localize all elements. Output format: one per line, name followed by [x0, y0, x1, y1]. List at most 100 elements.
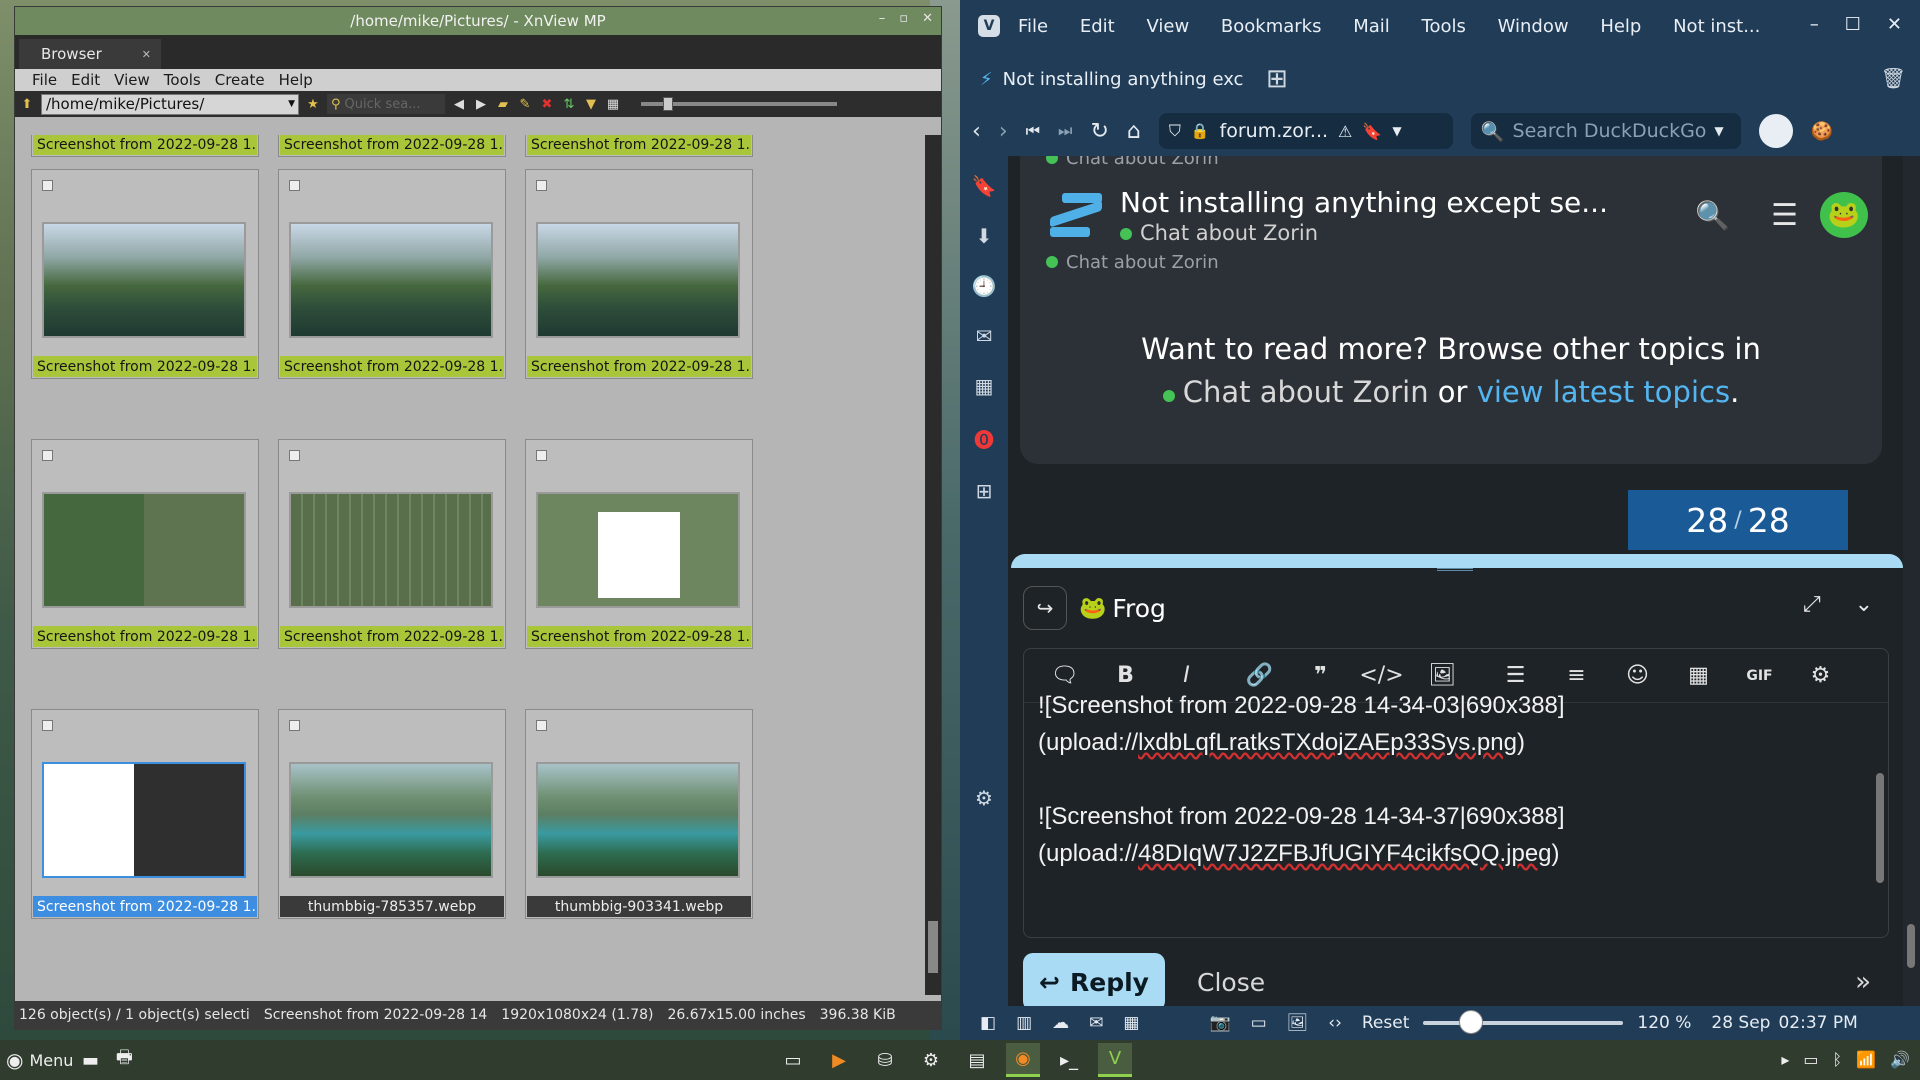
cookie-icon[interactable]: 🍪	[1811, 121, 1833, 142]
thumbnail-checkbox[interactable]	[536, 720, 547, 731]
menu-create[interactable]: Create	[208, 71, 272, 89]
forward-icon[interactable]: ›	[999, 119, 1008, 144]
view-latest-link[interactable]: view latest topics	[1477, 375, 1730, 409]
delete-icon[interactable]: ✖	[539, 96, 555, 112]
zorin-logo-icon[interactable]	[1046, 187, 1108, 243]
back-icon[interactable]: ‹	[972, 119, 981, 144]
grid-scrollbar[interactable]	[925, 135, 941, 995]
image-icon[interactable]: 🖼	[1412, 663, 1473, 688]
menu-mail[interactable]: Mail	[1353, 16, 1390, 37]
thumbnail-cell[interactable]: Screenshot from 2022-09-28 1...	[31, 439, 259, 649]
bookmark-icon[interactable]: 🔖	[1362, 122, 1382, 141]
shield-icon[interactable]: ⛉	[1169, 121, 1181, 141]
chevron-down-icon[interactable]: ▼	[1392, 124, 1401, 138]
image-toggle-icon[interactable]: 🖼	[1287, 1013, 1309, 1033]
network-icon[interactable]: 📶	[1856, 1050, 1876, 1069]
terminal-app-icon[interactable]: ▸_	[1052, 1043, 1086, 1077]
menu-file[interactable]: File	[25, 71, 64, 89]
thumbnail-checkbox[interactable]	[289, 720, 300, 731]
thumbnail-size-slider[interactable]	[641, 97, 837, 111]
search-icon[interactable]: 🔍	[1695, 199, 1730, 232]
hamburger-menu-icon[interactable]: ☰	[1771, 198, 1798, 233]
menu-help[interactable]: Help	[272, 71, 320, 89]
italic-icon[interactable]: I	[1156, 663, 1217, 688]
move-icon[interactable]: ✎	[517, 96, 533, 112]
code-icon[interactable]: </>	[1351, 663, 1412, 688]
sort-icon[interactable]: ⇅	[561, 96, 577, 112]
editor-scrollbar[interactable]	[1874, 707, 1886, 935]
thumbnail-cell-selected[interactable]: Screenshot from 2022-09-28 1...	[31, 709, 259, 919]
thumbnail-cell[interactable]: Screenshot from 2022-09-28 1...	[278, 135, 506, 157]
thumbnail-cell[interactable]: thumbbig-785357.webp	[278, 709, 506, 919]
tab-browser[interactable]: Browser ✕	[19, 39, 161, 69]
vivaldi-app-icon[interactable]: V	[1098, 1043, 1132, 1077]
quote-bubble-icon[interactable]: 🗨	[1034, 663, 1095, 688]
settings-app-icon[interactable]: ⚙	[914, 1043, 948, 1077]
xnview-titlebar[interactable]: /home/mike/Pictures/ - XnView MP – ▫ ✕	[15, 7, 941, 35]
thumbnail-checkbox[interactable]	[289, 180, 300, 191]
zoom-reset-button[interactable]: Reset	[1362, 1013, 1410, 1033]
composer-editor[interactable]: 🗨 B I 🔗 ❞ </> 🖼 ☰ ≡ ☺ ▦ GIF ⚙ ![Screensh…	[1023, 648, 1889, 938]
profile-avatar-icon[interactable]	[1758, 114, 1793, 148]
mail-icon[interactable]: ✉	[1089, 1013, 1103, 1033]
history-panel-icon[interactable]: 🕘	[972, 274, 997, 298]
calendar-icon[interactable]: ▦	[1668, 663, 1729, 688]
menu-view[interactable]: View	[107, 71, 157, 89]
chevron-down-icon[interactable]: ⌄	[1855, 592, 1873, 617]
calendar-panel-icon[interactable]: ▦	[975, 374, 994, 398]
blockquote-icon[interactable]: ❞	[1290, 663, 1351, 688]
thumbnail-checkbox[interactable]	[42, 720, 53, 731]
thumbnail-cell[interactable]: thumbbig-903341.webp	[525, 709, 753, 919]
back-arrow-icon[interactable]: ◀	[451, 96, 467, 112]
volume-icon[interactable]: 🔊	[1890, 1050, 1910, 1069]
view-mode-icon[interactable]: ▦	[605, 96, 621, 112]
search-field[interactable]: 🔍 Search DuckDuckGo ▼	[1470, 113, 1741, 149]
bullet-list-icon[interactable]: ☰	[1485, 663, 1546, 688]
show-desktop-icon[interactable]: ▬	[73, 1043, 107, 1077]
thumbnail-checkbox[interactable]	[42, 180, 53, 191]
post-progress-indicator[interactable]: 28 / 28	[1628, 490, 1848, 550]
close-button[interactable]: Close	[1197, 968, 1265, 997]
close-icon[interactable]: ✕	[1887, 14, 1902, 35]
tab-close-icon[interactable]: ✕	[142, 48, 151, 61]
slider-handle[interactable]	[663, 97, 673, 111]
vivaldi-logo-icon[interactable]: V	[978, 15, 1000, 37]
rewind-icon[interactable]: ⏮	[1026, 121, 1040, 141]
up-folder-icon[interactable]: ⬆	[19, 96, 35, 112]
xnview-app-icon[interactable]: ▤	[960, 1043, 994, 1077]
folder-icon[interactable]: ▰	[495, 96, 511, 112]
menu-file[interactable]: File	[1018, 16, 1048, 37]
thumbnail-cell[interactable]: Screenshot from 2022-09-28 1...	[278, 169, 506, 379]
media-player-icon[interactable]: ▶	[822, 1043, 856, 1077]
tab-active[interactable]: ⚡ Not installing anything exc	[970, 59, 1256, 99]
thumbnail-cell[interactable]: Screenshot from 2022-09-28 1...	[31, 169, 259, 379]
maximize-icon[interactable]: ☐	[1845, 14, 1861, 35]
software-center-icon[interactable]: ⛁	[868, 1043, 902, 1077]
add-panel-icon[interactable]: ⊞	[976, 479, 993, 503]
minimize-icon[interactable]: –	[1810, 14, 1819, 35]
zoom-slider-handle[interactable]	[1459, 1010, 1484, 1034]
minimize-icon[interactable]: –	[879, 11, 886, 26]
scrollbar-thumb[interactable]	[928, 921, 938, 973]
reply-to-icon[interactable]: ↪	[1023, 586, 1067, 630]
thumbnail-checkbox[interactable]	[536, 450, 547, 461]
mail-panel-icon[interactable]: ✉	[976, 324, 993, 348]
printer-icon[interactable]: 🖶	[107, 1043, 141, 1077]
calendar-icon[interactable]: ▦	[1123, 1013, 1139, 1033]
vivaldi-panel-icon[interactable]: ⓿	[974, 424, 994, 453]
gear-icon[interactable]: ⚙	[1790, 663, 1851, 688]
menu-window[interactable]: Window	[1498, 16, 1569, 37]
topic-title[interactable]: Not installing anything except se...	[1120, 186, 1608, 219]
composer-resize-grip[interactable]	[1437, 568, 1473, 571]
terminal-tray-icon[interactable]: ▸	[1781, 1050, 1789, 1069]
thumbnail-checkbox[interactable]	[289, 450, 300, 461]
zoom-slider[interactable]	[1423, 1010, 1624, 1034]
filter-icon[interactable]: ▼	[583, 96, 599, 112]
bold-icon[interactable]: B	[1095, 663, 1156, 688]
scrollbar-thumb[interactable]	[1876, 773, 1884, 883]
expand-icon[interactable]: ⤢	[1803, 592, 1821, 617]
thumbnail-checkbox[interactable]	[42, 450, 53, 461]
double-chevron-right-icon[interactable]: »	[1855, 967, 1871, 997]
capture-camera-icon[interactable]: 📷	[1209, 1013, 1230, 1033]
thumbnail-cell[interactable]: Screenshot from 2022-09-28 1...	[525, 439, 753, 649]
